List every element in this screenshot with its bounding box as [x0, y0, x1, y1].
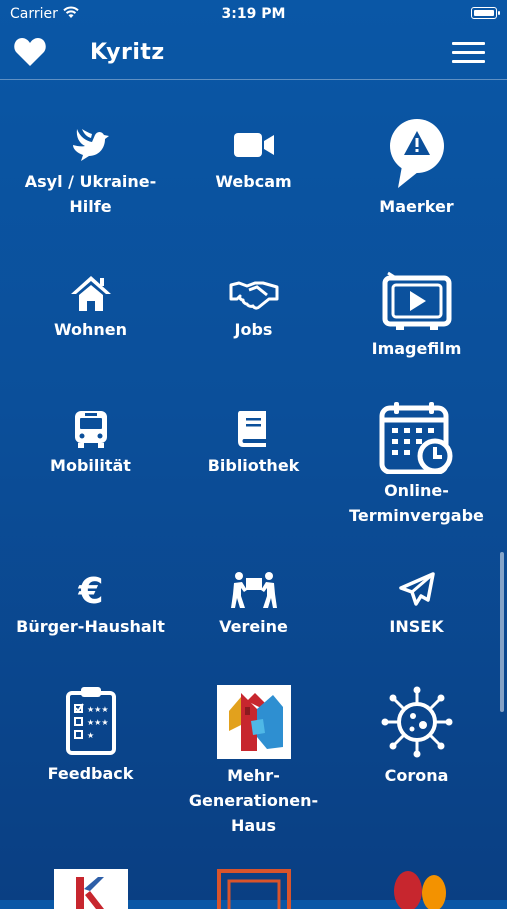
status-bar: Carrier 3:19 PM — [0, 0, 507, 28]
tile-label: Mehr- Generationen- Haus — [188, 766, 319, 835]
tile-buerger-haushalt[interactable]: € Bürger-Haushalt — [6, 570, 175, 639]
tile-partial-1[interactable] — [6, 869, 175, 909]
tile-label: Webcam — [215, 172, 292, 191]
tile-mehrgenerationenhaus[interactable]: Mehr- Generationen- Haus — [169, 685, 338, 838]
tile-asyl[interactable]: Asyl / Ukraine- Hilfe — [6, 125, 175, 219]
tile-label: Maerker — [379, 197, 454, 216]
heart-icon[interactable] — [13, 36, 47, 68]
tile-corona[interactable]: Corona — [332, 685, 501, 788]
tile-wohnen[interactable]: Wohnen — [6, 273, 175, 342]
tile-label: Wohnen — [53, 320, 128, 339]
scrollbar[interactable] — [500, 552, 504, 712]
tile-label: Bibliothek — [207, 456, 300, 475]
tile-maerker[interactable]: Maerker — [332, 118, 501, 219]
svg-text:★: ★ — [87, 731, 94, 740]
alert-pin-icon — [389, 119, 444, 188]
tile-label: Vereine — [219, 617, 288, 636]
bus-icon — [74, 411, 107, 448]
tile-terminvergabe[interactable]: Online- Terminvergabe — [332, 400, 501, 528]
battery-icon — [471, 7, 500, 19]
dove-icon — [72, 129, 109, 161]
tile-label: Corona — [384, 766, 449, 785]
tile-label: Feedback — [47, 764, 134, 783]
euro-icon: € — [77, 571, 103, 610]
tile-partial-3[interactable] — [332, 869, 501, 909]
tv-play-icon — [382, 271, 451, 330]
color-logo-icon — [393, 871, 446, 909]
logo-icon — [53, 869, 128, 909]
tile-mobilitaet[interactable]: Mobilität — [6, 409, 175, 478]
tile-label: Imagefilm — [371, 339, 462, 358]
tile-webcam[interactable]: Webcam — [169, 125, 338, 194]
page-title: Kyritz — [90, 40, 165, 65]
tile-imagefilm[interactable]: Imagefilm — [332, 270, 501, 361]
tile-label: INSEK — [389, 617, 444, 636]
tile-label: Online- Terminvergabe — [349, 481, 484, 525]
tile-label: Asyl / Ukraine- Hilfe — [24, 172, 157, 216]
tile-bibliothek[interactable]: Bibliothek — [169, 409, 338, 478]
video-camera-icon — [233, 133, 274, 157]
tile-feedback[interactable]: ★★★ ★★★ ★ Feedback — [6, 685, 175, 786]
clipboard-icon: ★★★ ★★★ ★ — [65, 687, 116, 755]
nav-bar: Kyritz — [0, 28, 507, 80]
book-icon — [237, 411, 266, 447]
handshake-icon — [229, 281, 278, 310]
clock: 3:19 PM — [221, 6, 286, 22]
frame-logo-icon — [216, 869, 291, 909]
svg-text:€: € — [77, 571, 103, 610]
tile-label: Mobilität — [50, 456, 131, 475]
hamburger-menu-icon[interactable] — [452, 42, 485, 64]
home-icon — [70, 276, 111, 311]
tile-partial-2[interactable] — [169, 869, 338, 909]
house-logo-icon — [216, 685, 291, 759]
calendar-clock-icon — [379, 402, 452, 474]
tile-label: Bürger-Haushalt — [16, 617, 165, 636]
people-carry-icon — [230, 572, 277, 608]
svg-text:★★★: ★★★ — [87, 705, 109, 714]
tile-label: Jobs — [234, 320, 273, 339]
tile-vereine[interactable]: Vereine — [169, 570, 338, 639]
svg-text:★★★: ★★★ — [87, 718, 109, 727]
virus-icon — [381, 686, 452, 758]
tile-insek[interactable]: INSEK — [332, 570, 501, 639]
paper-plane-icon — [398, 572, 435, 606]
tile-jobs[interactable]: Jobs — [169, 273, 338, 342]
